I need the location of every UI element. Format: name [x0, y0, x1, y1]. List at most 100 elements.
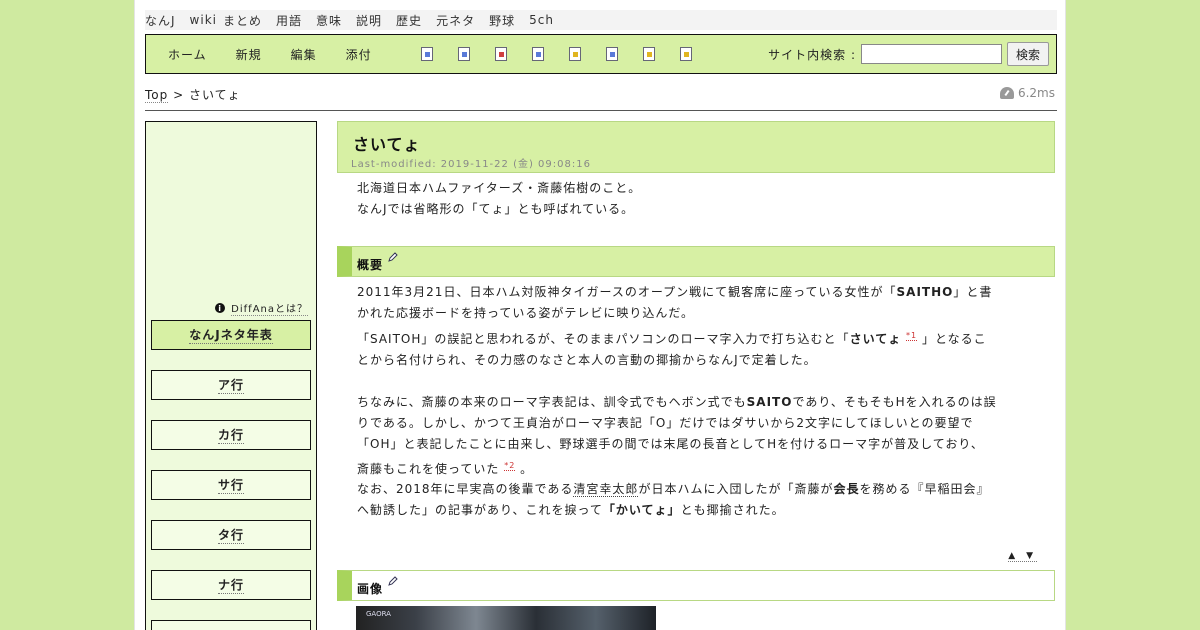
- top-nav-link[interactable]: 元ネタ: [436, 12, 475, 29]
- paragraph-3: ちなみに、斎藤の本来のローマ字表記は、訓令式でもヘボン式でもSAITOであり、そ…: [357, 392, 1037, 480]
- top-nav-link[interactable]: 野球: [489, 12, 515, 29]
- sidebar-item-sa-row[interactable]: サ行: [151, 470, 311, 500]
- up-down-arrows[interactable]: ▲ ▼: [1008, 551, 1037, 562]
- sidebar: i DiffAnaとは？ なんJネタ年表 ア行 カ行 サ行 タ行 ナ行: [145, 121, 317, 630]
- toolbar-menu: ホーム 新規 編集 添付: [168, 46, 401, 63]
- top-nav-link[interactable]: 5ch: [529, 13, 554, 27]
- text: りである。しかし、かつて王貞治がローマ字表記「O」だけではダサいから2文字にして…: [357, 416, 974, 430]
- menu-attach-link[interactable]: 添付: [346, 46, 372, 63]
- sidebar-item-a-row[interactable]: ア行: [151, 370, 311, 400]
- list-icon[interactable]: [605, 47, 618, 61]
- menu-home-link[interactable]: ホーム: [168, 46, 207, 63]
- page-title-box: さいてょ Last-modified: 2019-11-22 (金) 09:08…: [337, 121, 1055, 173]
- about-link[interactable]: DiffAnaとは？: [231, 300, 308, 316]
- text: 。: [515, 462, 534, 476]
- render-time-value: 6.2ms: [1017, 86, 1055, 100]
- top-nav-link[interactable]: 意味: [316, 12, 342, 29]
- bold-text: 「かいてょ」: [602, 503, 681, 517]
- help-icon[interactable]: [679, 47, 692, 61]
- text: 「OH」と表記したことに由来し、野球選手の間では末尾の長音としてHを付けるローマ…: [357, 437, 984, 451]
- sidebar-item-label: なんJネタ年表: [189, 328, 273, 344]
- top-nav-link[interactable]: 説明: [356, 12, 382, 29]
- text: なお、2018年に早実高の後輩である: [357, 482, 574, 496]
- paragraph-2: 「SAITOH」の誤記と思われるが、そのままパソコンのローマ字入力で打ち込むと「…: [357, 325, 1037, 371]
- divider: [145, 110, 1057, 111]
- section-images-heading: 画像: [337, 570, 1055, 601]
- page-title: さいてょ: [353, 135, 421, 154]
- toolbar-icons: [420, 47, 717, 61]
- text: かれた応援ボードを持っている姿がテレビに映り込んだ。: [357, 306, 695, 320]
- breadcrumb: Top > さいてょ: [145, 86, 241, 103]
- top-nav-link[interactable]: まとめ: [223, 12, 262, 29]
- menu-new-link[interactable]: 新規: [236, 46, 262, 63]
- page-container: なんJ wiki まとめ 用語 意味 説明 歴史 元ネタ 野球 5ch ホーム …: [134, 0, 1066, 630]
- site-search: サイト内検索 : 検索: [768, 42, 1049, 66]
- bold-text: SAITO: [746, 395, 793, 409]
- text: へ勧誘した」の記事があり、これを捩って: [357, 503, 603, 517]
- breadcrumb-current: さいてょ: [188, 88, 241, 102]
- kiyomiya-link[interactable]: 清宮幸太郎: [573, 482, 639, 497]
- sidebar-item-label: カ行: [217, 428, 244, 444]
- about-diffana[interactable]: i DiffAnaとは？: [215, 300, 308, 316]
- intro-line: 北海道日本ハムファイターズ・斎藤佑樹のこと。: [357, 181, 642, 195]
- speedometer-icon: [999, 87, 1014, 99]
- section-title: 画像: [357, 582, 384, 596]
- sidebar-item-label: サ行: [217, 478, 244, 494]
- gaora-logo: GAORA: [366, 610, 391, 618]
- edit-pencil-icon[interactable]: [388, 252, 398, 262]
- top-nav-link[interactable]: 用語: [276, 12, 302, 29]
- section-overview-heading: 概要: [337, 246, 1055, 277]
- footnote-link[interactable]: *1: [906, 331, 918, 341]
- search-label: サイト内検索 :: [768, 47, 856, 62]
- top-nav-link[interactable]: wiki: [190, 13, 217, 27]
- last-modified: Last-modified: 2019-11-22 (金) 09:08:16: [351, 159, 591, 170]
- text: 」と書: [953, 285, 993, 299]
- recent-icon[interactable]: [642, 47, 655, 61]
- section-title: 概要: [357, 258, 384, 272]
- sidebar-item-ka-row[interactable]: カ行: [151, 420, 311, 450]
- search-button[interactable]: 検索: [1007, 42, 1049, 66]
- diff-icon[interactable]: [494, 47, 507, 61]
- bold-text: 会長: [833, 482, 860, 496]
- new-page-icon[interactable]: [420, 47, 433, 61]
- bold-text: さいてょ: [849, 332, 902, 346]
- paragraph-4: なお、2018年に早実高の後輩である清宮幸太郎が日本ハムに入団したが「斎藤が会長…: [357, 479, 1037, 521]
- top-navigation: なんJ wiki まとめ 用語 意味 説明 歴史 元ネタ 野球 5ch: [145, 10, 1057, 30]
- bold-text: SAITHO: [896, 285, 954, 299]
- backup-icon[interactable]: [531, 47, 544, 61]
- top-nav-link[interactable]: 歴史: [396, 12, 422, 29]
- text: を務める『早稲田会』: [859, 482, 990, 496]
- paragraph-1: 2011年3月21日、日本ハム対阪神タイガースのオープン戦にて観客席に座っている…: [357, 282, 1037, 324]
- text: 「SAITOH」の誤記と思われるが、そのままパソコンのローマ字入力で打ち込むと「: [357, 332, 850, 346]
- text: であり、そもそもHを入れるのは誤: [792, 395, 997, 409]
- copy-page-icon[interactable]: [457, 47, 470, 61]
- page-up-down[interactable]: ▲ ▼: [1008, 551, 1037, 562]
- edit-pencil-icon[interactable]: [388, 576, 398, 586]
- text: ちなみに、斎藤の本来のローマ字表記は、訓令式でもヘボン式でも: [357, 395, 747, 409]
- toolbar: ホーム 新規 編集 添付 サイト内検索 : 検索: [145, 34, 1057, 74]
- search-input[interactable]: [861, 44, 1002, 64]
- render-time: 6.2ms: [999, 86, 1055, 100]
- text: が日本ハムに入団したが「斎藤が: [638, 482, 834, 496]
- sidebar-item-ta-row[interactable]: タ行: [151, 520, 311, 550]
- top-nav-link[interactable]: なんJ: [145, 12, 176, 29]
- sidebar-item-next[interactable]: [151, 620, 311, 630]
- text: とから名付けられ、その力感のなさと本人の言動の揶揄からなんJで定着した。: [357, 353, 817, 367]
- lock-icon[interactable]: [568, 47, 581, 61]
- sidebar-item-na-row[interactable]: ナ行: [151, 570, 311, 600]
- sidebar-item-label: ア行: [217, 378, 244, 394]
- breadcrumb-top-link[interactable]: Top: [145, 88, 169, 103]
- sidebar-item-timeline[interactable]: なんJネタ年表: [151, 320, 311, 350]
- intro-line: なんJでは省略形の「てょ」とも呼ばれている。: [357, 202, 635, 216]
- text: 」となるこ: [917, 332, 987, 346]
- sidebar-item-label: タ行: [217, 528, 244, 544]
- text: とも揶揄された。: [680, 503, 785, 517]
- saitho-board-image: GAORA: [356, 606, 656, 630]
- sidebar-item-label: ナ行: [217, 578, 244, 594]
- menu-edit-link[interactable]: 編集: [291, 46, 317, 63]
- text: 斎藤もこれを使っていた: [357, 462, 500, 476]
- info-icon: i: [215, 303, 226, 313]
- text: 2011年3月21日、日本ハム対阪神タイガースのオープン戦にて観客席に座っている…: [357, 285, 897, 299]
- breadcrumb-separator: >: [173, 88, 185, 102]
- footnote-link[interactable]: *2: [504, 461, 516, 471]
